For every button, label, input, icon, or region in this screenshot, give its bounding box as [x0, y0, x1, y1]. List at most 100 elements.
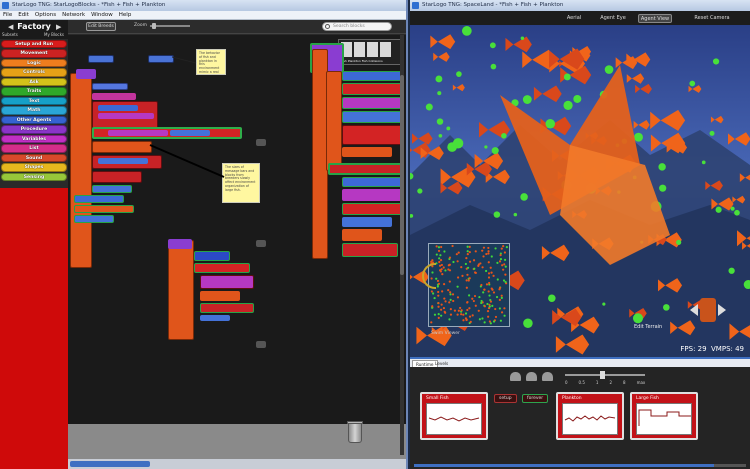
code-block[interactable] [98, 105, 138, 111]
drawer-setup-and-run[interactable]: Setup and Run [1, 40, 67, 49]
canvas-vertical-scrollbar[interactable] [400, 35, 404, 455]
zoom-slider-knob[interactable] [152, 23, 156, 29]
menu-file[interactable]: File [3, 11, 12, 19]
trash-can-icon[interactable] [347, 421, 363, 443]
minimap-overview[interactable]: Swim Viewer [428, 243, 510, 336]
drawer-other-agents[interactable]: Other Agents [1, 115, 67, 125]
code-block[interactable] [342, 111, 402, 123]
code-block[interactable] [342, 125, 402, 145]
spaceland-title-bar[interactable]: StarLogo TNG: SpaceLand - *Fish + Fish +… [410, 0, 750, 11]
code-block[interactable] [92, 185, 132, 193]
edit-breeds-button[interactable]: Edit Breeds [86, 22, 116, 31]
speed-slider-knob[interactable] [600, 371, 605, 379]
code-block[interactable] [194, 263, 250, 273]
camera-nav-pad[interactable] [688, 290, 728, 330]
code-block[interactable] [342, 217, 392, 227]
tab-agent-eye[interactable]: Agent Eye [596, 14, 630, 23]
drawer-procedure[interactable]: Procedure [1, 125, 67, 134]
run-icon[interactable] [510, 372, 521, 381]
factory-subsets-label[interactable]: Subsets [2, 32, 18, 37]
code-block[interactable] [200, 315, 230, 321]
code-block[interactable] [194, 251, 230, 261]
code-block[interactable] [74, 205, 134, 213]
factory-myblocks-label[interactable]: My Blocks [44, 32, 64, 37]
tab-aerial[interactable]: Aerial [560, 14, 588, 23]
menu-window[interactable]: Window [91, 11, 113, 19]
drawer-variables[interactable]: Variables [1, 134, 67, 144]
menu-network[interactable]: Network [62, 11, 85, 19]
scroll-thumb[interactable] [414, 464, 714, 467]
code-block[interactable] [74, 215, 114, 223]
drawer-shapes[interactable]: Shapes [1, 163, 67, 172]
code-block[interactable] [342, 83, 402, 95]
code-block[interactable] [148, 55, 174, 63]
code-block[interactable] [170, 130, 210, 136]
drawer-math[interactable]: Math [1, 106, 67, 115]
code-block[interactable] [92, 171, 142, 183]
block-stack[interactable] [168, 240, 194, 340]
drawer-sensing[interactable]: Sensing [1, 172, 67, 182]
search-blocks-input[interactable]: Search blocks [322, 22, 392, 31]
scroll-thumb[interactable] [400, 75, 404, 275]
speed-slider[interactable] [565, 371, 645, 379]
code-block[interactable] [328, 163, 404, 175]
code-block[interactable] [76, 69, 96, 79]
tab-agent-view[interactable]: Agent View [638, 14, 672, 23]
code-block[interactable] [88, 55, 114, 63]
code-block[interactable] [168, 239, 192, 249]
code-block[interactable] [200, 275, 254, 289]
code-block[interactable] [342, 229, 382, 241]
page-divider-marker[interactable] [256, 341, 266, 348]
code-block[interactable] [342, 147, 392, 157]
page-divider-marker[interactable] [256, 139, 266, 146]
menu-help[interactable]: Help [119, 11, 132, 19]
code-block[interactable] [200, 291, 240, 301]
pause-icon[interactable] [526, 372, 537, 381]
drawer-sound[interactable]: Sound [1, 153, 67, 163]
code-block[interactable] [342, 71, 402, 81]
drawer-logic[interactable]: Logic [1, 58, 67, 68]
code-block[interactable] [342, 203, 402, 215]
drawer-list[interactable]: List [1, 144, 67, 153]
drawer-traits[interactable]: Traits [1, 87, 67, 96]
spaceland-3d-view[interactable]: Swim Viewer Edit Terrain [410, 25, 750, 357]
forever-button[interactable]: forever [522, 394, 549, 403]
code-block[interactable] [342, 189, 402, 201]
drawer-movement[interactable]: Movement [1, 49, 67, 58]
code-block[interactable] [342, 177, 402, 187]
code-block[interactable] [342, 97, 402, 109]
code-block[interactable] [98, 158, 148, 164]
zoom-slider[interactable] [150, 23, 190, 29]
scroll-thumb[interactable] [70, 461, 150, 467]
menu-edit[interactable]: Edit [18, 11, 29, 19]
blocks-title-bar[interactable]: StarLogo TNG: StarLogoBlocks - *Fish + F… [0, 0, 406, 11]
code-block[interactable] [92, 141, 152, 153]
code-block[interactable] [92, 83, 128, 90]
code-block[interactable] [92, 93, 136, 100]
code-block[interactable] [74, 195, 124, 203]
graph-small-fish[interactable]: Small Fish [420, 392, 488, 440]
setup-button[interactable]: setup [494, 394, 517, 403]
drawer-ask[interactable]: Ask [1, 77, 67, 87]
canvas-horizontal-scrollbar[interactable] [68, 459, 406, 469]
block-stack[interactable] [70, 73, 92, 268]
factory-next-arrow-icon[interactable]: ▶ [56, 23, 61, 31]
runtime-horizontal-scrollbar[interactable] [414, 464, 746, 467]
step-icon[interactable] [542, 372, 553, 381]
code-block[interactable] [200, 303, 254, 313]
reset-camera-button[interactable]: Reset Camera [690, 14, 734, 23]
menu-options[interactable]: Options [35, 11, 56, 19]
comment-note[interactable]: The behavior of fish and plankton in thi… [196, 49, 226, 75]
block-stack[interactable] [326, 71, 342, 171]
code-block[interactable] [98, 113, 154, 119]
blocks-canvas[interactable]: The behavior of fish and plankton in thi… [68, 35, 406, 459]
drawer-text[interactable]: Text [1, 96, 67, 106]
code-block[interactable] [342, 243, 398, 257]
edit-terrain-button[interactable]: Edit Terrain [634, 324, 662, 330]
drawer-controls[interactable]: Controls [1, 68, 67, 77]
graph-large-fish[interactable]: Large Fish [630, 392, 698, 440]
tab-levels[interactable]: Levels [432, 360, 451, 367]
page-divider-marker[interactable] [256, 240, 266, 247]
graph-plankton[interactable]: Plankton [556, 392, 624, 440]
code-block[interactable] [108, 130, 168, 136]
